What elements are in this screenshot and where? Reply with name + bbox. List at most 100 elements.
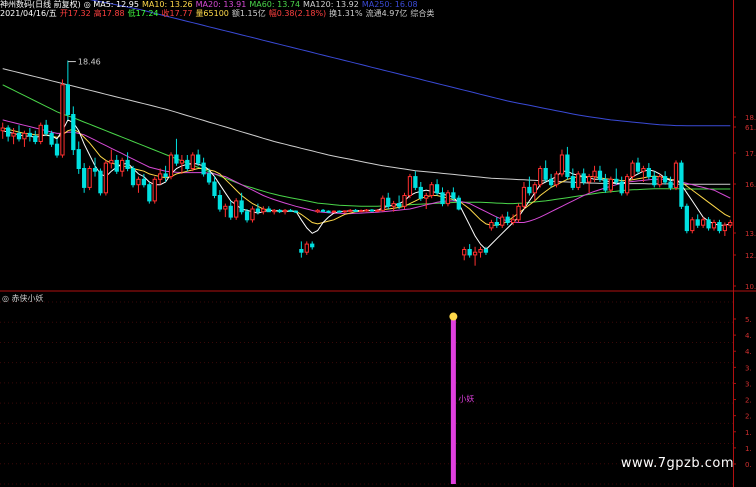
main-axis-label: 18.: [745, 114, 756, 122]
candle-body: [38, 124, 43, 143]
candle-body: [722, 224, 727, 232]
candle-body: [109, 159, 114, 164]
candle-body: [630, 162, 635, 178]
candle-body: [619, 181, 624, 194]
candle-body: [304, 243, 309, 253]
candle-body: [120, 159, 125, 172]
candle-body: [239, 200, 244, 213]
candle-body: [163, 173, 168, 178]
candle-body: [348, 209, 353, 212]
candle-body: [92, 168, 98, 172]
candle-body: [701, 219, 706, 226]
candle-body: [250, 208, 255, 221]
candle-body: [353, 209, 358, 212]
candle-body: [375, 209, 380, 212]
candle-body: [597, 170, 603, 180]
candle-body: [261, 208, 266, 213]
candle-body: [315, 209, 320, 213]
grid: [0, 0, 756, 487]
row1-item: MA120: 13.92: [303, 0, 359, 9]
candle-body: [489, 222, 494, 229]
indicator-axis-label: 3.: [745, 364, 752, 372]
candle-body: [168, 154, 174, 178]
indicator-axis-label: 1.: [745, 429, 752, 437]
candle-body: [690, 219, 695, 232]
candle-body: [223, 205, 228, 210]
candle-body: [136, 178, 141, 186]
candle-body: [33, 135, 38, 143]
candle-body: [65, 84, 70, 116]
candle-body: [717, 222, 722, 232]
row2-item: 量65100: [195, 9, 229, 18]
candle-body: [521, 186, 527, 207]
candle-body: [494, 222, 499, 226]
candle-body: [402, 195, 407, 207]
candle-body: [570, 176, 575, 188]
candle-body: [467, 249, 472, 256]
candle-body: [538, 168, 543, 186]
candle-body: [212, 181, 217, 196]
candle-body: [196, 154, 201, 164]
candle-body: [310, 243, 315, 248]
main-axis-label: 10.: [745, 283, 756, 291]
indicator-axis-label: 4.: [745, 332, 752, 340]
candle-body: [548, 178, 554, 186]
main-axis-label: 13.: [745, 230, 756, 238]
candle-body: [472, 251, 478, 256]
indicator-axis-label: 2.: [745, 413, 752, 421]
candle-body: [673, 162, 679, 188]
stock-chart[interactable]: 18.4610.93 小妖 18.61.617.16.13.12.10.5.4.…: [0, 0, 756, 487]
row2-item: 开17.32: [59, 9, 91, 18]
candle-body: [206, 173, 212, 183]
main-axis-label: 17.: [745, 150, 756, 158]
candle-body: [364, 209, 369, 212]
candle-body: [614, 178, 619, 183]
candle-body: [87, 168, 92, 188]
row2-item: 高17.88: [93, 9, 125, 18]
candle-body: [445, 192, 451, 205]
watermark: www.7gpzb.com: [620, 456, 734, 471]
candle-body: [581, 173, 586, 183]
candle-body: [331, 210, 337, 213]
candle-body: [190, 154, 195, 169]
candle-body: [60, 84, 65, 156]
indicator-axis-label: 1.: [745, 445, 752, 453]
moving-averages: [2, 0, 731, 251]
candle-body: [201, 162, 206, 175]
candle-body: [586, 176, 592, 183]
candle-body: [641, 168, 646, 172]
row1-item: MA10: 13.26: [141, 0, 193, 9]
candle-body: [147, 184, 152, 202]
candle-body: [228, 205, 233, 218]
main-axis-label: 16.: [745, 181, 756, 189]
candle-body: [342, 210, 347, 213]
indicator-axis-label: 3.: [745, 380, 752, 388]
candle-body: [527, 186, 532, 194]
candle-body: [635, 162, 641, 172]
main-axis-label: 12.: [745, 252, 756, 260]
indicator-title: ◎ 赤侠小妖: [2, 294, 44, 303]
ohlc-header: 2021/04/16/五 开17.32 高17.88 低17.24 收17.77 量651…: [0, 9, 437, 19]
candle-body: [266, 208, 271, 213]
row2-item: 换1.31%: [329, 9, 363, 18]
candle-body: [152, 178, 157, 202]
candle-body: [391, 203, 396, 207]
row1-item: MA20: 13.91: [195, 0, 247, 9]
candle-body: [6, 127, 11, 137]
signal-marker-icon: [449, 312, 458, 321]
candle-body: [82, 168, 87, 188]
candle-body: [407, 176, 413, 197]
candle-body: [0, 127, 5, 132]
candle-body: [114, 159, 119, 172]
indicator-panel[interactable]: 小妖: [449, 312, 474, 484]
row1-item: MA60: 13.74: [249, 0, 301, 9]
candle-body: [576, 173, 581, 188]
candle-body: [451, 192, 456, 199]
candle-body: [695, 219, 700, 226]
candle-body: [244, 211, 250, 221]
signal-bar: [450, 318, 456, 484]
indicator-axis-label: 0.: [745, 461, 752, 469]
candle-body: [158, 173, 163, 180]
candle-body: [217, 195, 223, 210]
candle-body: [71, 114, 76, 151]
